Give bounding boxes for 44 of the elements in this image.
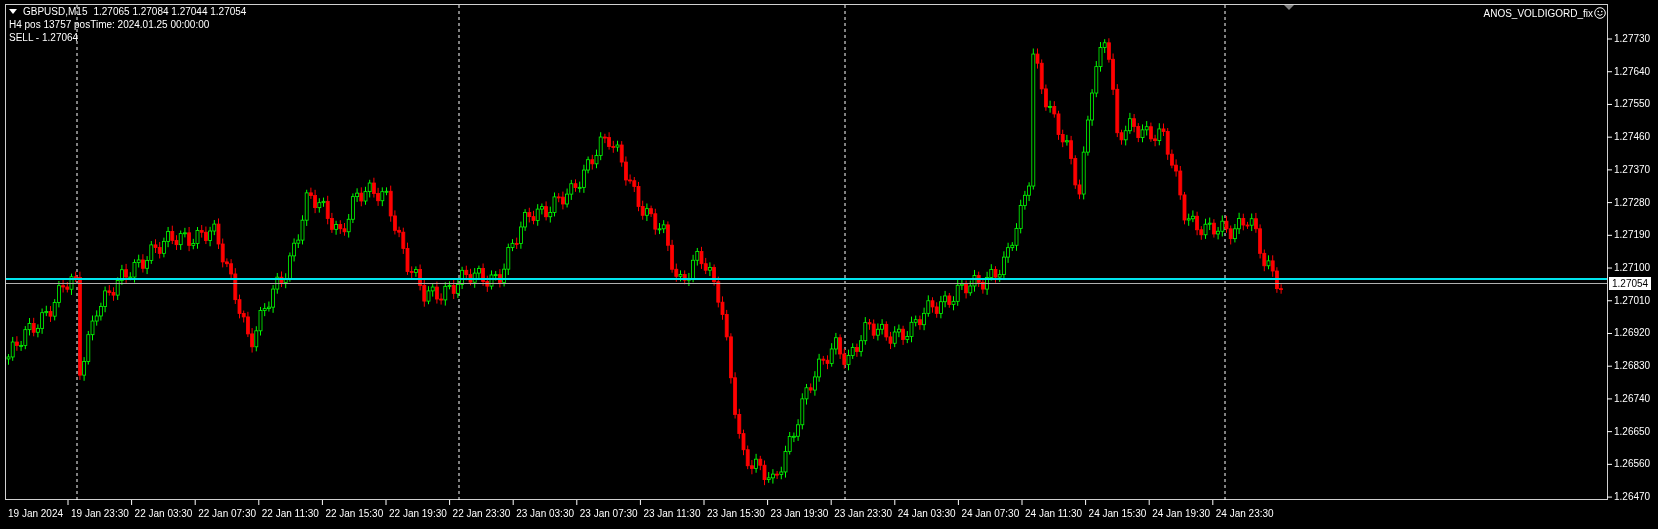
time-tick-label: 24 Jan 23:30 <box>1215 508 1274 519</box>
time-tick-label: 24 Jan 07:30 <box>961 508 1020 519</box>
info-text: SELL - 1.27064 <box>9 32 80 44</box>
shift-marker-icon[interactable] <box>1284 5 1294 10</box>
price-tick-label: 1.27190 <box>1614 228 1651 243</box>
time-tick-label: 23 Jan 03:30 <box>516 508 574 519</box>
price-tick-label: 1.27550 <box>1614 97 1651 112</box>
price-tick-label: 1.27010 <box>1614 293 1651 308</box>
time-tick-label: 23 Jan 15:30 <box>707 508 765 519</box>
time-tick-label: 23 Jan 19:30 <box>770 508 829 519</box>
indicator-label: ANOS_VOLDIGORD_fix <box>1483 7 1593 19</box>
time-tick-label: 22 Jan 23:30 <box>452 508 511 519</box>
symbol-label: GBPUSD,M15 <box>23 6 88 18</box>
price-tick-label: 1.27280 <box>1614 195 1651 210</box>
time-tick-label: 19 Jan 23:30 <box>71 508 129 519</box>
price-tick-label: 1.26830 <box>1614 359 1651 374</box>
time-tick-label: 24 Jan 19:30 <box>1152 508 1210 519</box>
time-tick-label: 23 Jan 07:30 <box>579 508 638 519</box>
price-tick-label: 1.27100 <box>1614 261 1651 276</box>
smiley-icon <box>1594 7 1606 19</box>
time-tick-label: 22 Jan 15:30 <box>325 508 384 519</box>
time-tick-label: 23 Jan 11:30 <box>643 508 701 519</box>
price-tick-label: 1.26740 <box>1614 391 1651 406</box>
ohlc-values: 1.27065 1.27084 1.27044 1.27054 <box>93 6 247 18</box>
time-tick-label: 19 Jan 2024 <box>8 508 64 519</box>
time-tick-label: 22 Jan 07:30 <box>198 508 256 519</box>
price-tick-label: 1.27640 <box>1614 64 1651 79</box>
time-tick-label: 24 Jan 15:30 <box>1088 508 1147 519</box>
time-tick-label: 22 Jan 11:30 <box>261 508 319 519</box>
time-tick-label: 24 Jan 11:30 <box>1025 508 1083 519</box>
time-tick-label: 23 Jan 23:30 <box>834 508 892 519</box>
dropdown-icon[interactable] <box>9 9 17 15</box>
price-tick-label: 1.26650 <box>1614 424 1651 439</box>
price-tick-label: 1.27730 <box>1614 32 1651 46</box>
price-tick-label: 1.27370 <box>1614 162 1651 177</box>
price-tick-label: 1.26560 <box>1614 457 1651 472</box>
price-tick-label: 1.26470 <box>1614 490 1651 505</box>
time-tick-label: 22 Jan 19:30 <box>389 508 447 519</box>
current-price-badge: 1.27054 <box>1609 277 1652 290</box>
time-tick-label: 24 Jan 03:30 <box>897 508 956 519</box>
time-tick-label: 22 Jan 03:30 <box>134 508 193 519</box>
price-tick-label: 1.26920 <box>1614 326 1651 341</box>
info-text: H4 pos 13757 posTime: 2024.01.25 00:00:00 <box>9 19 211 31</box>
price-tick-label: 1.27460 <box>1614 130 1651 145</box>
